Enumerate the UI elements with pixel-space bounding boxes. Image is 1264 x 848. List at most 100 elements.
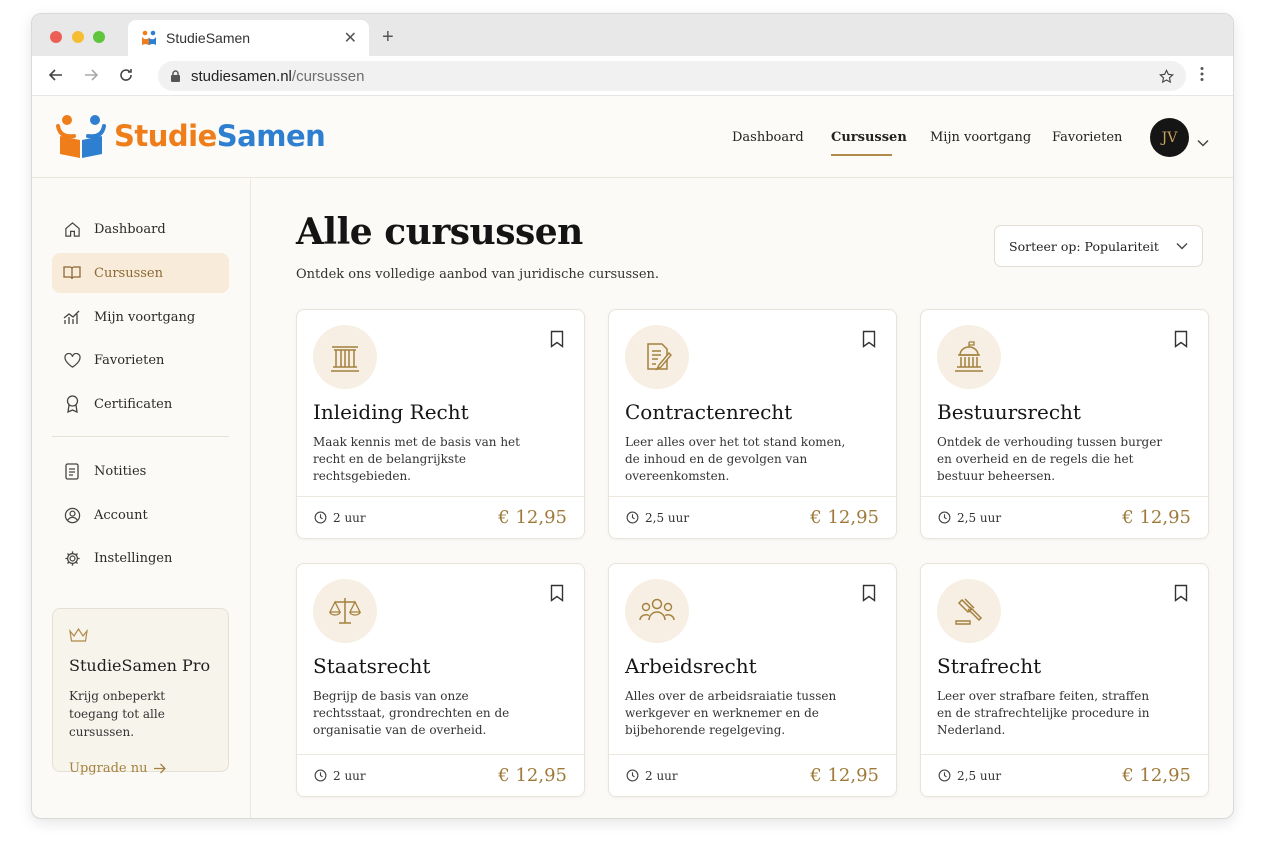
- sidebar-item-notities[interactable]: Notities: [52, 451, 229, 491]
- bookmark-icon[interactable]: [862, 330, 876, 348]
- course-card[interactable]: Strafrecht Leer over strafbare feiten, s…: [920, 563, 1209, 797]
- course-price: € 12,95: [810, 507, 879, 528]
- home-icon: [63, 220, 81, 238]
- course-footer: 2 uur € 12,95: [297, 754, 584, 796]
- pro-title: StudieSamen Pro: [69, 656, 211, 675]
- course-description: Ontdek de verhouding tussen burger en ov…: [937, 435, 1163, 483]
- nav-cursussen[interactable]: Cursussen: [831, 130, 907, 145]
- sidebar-item-label: Instellingen: [94, 550, 173, 566]
- bookmark-icon[interactable]: [550, 330, 564, 348]
- nav-favorieten[interactable]: Favorieten: [1052, 130, 1122, 145]
- window-minimize-button[interactable]: [72, 31, 84, 43]
- course-title: Strafrecht: [937, 654, 1042, 678]
- chevron-down-icon[interactable]: [1197, 132, 1209, 151]
- sidebar-item-label: Certificaten: [94, 396, 173, 412]
- upgrade-link-label: Upgrade nu: [69, 761, 148, 776]
- bookmark-icon[interactable]: [1174, 584, 1188, 602]
- lock-icon: [171, 69, 180, 82]
- nav-mijn-voortgang[interactable]: Mijn voortgang: [930, 130, 1031, 145]
- sort-dropdown[interactable]: Sorteer op: Populariteit: [994, 225, 1203, 267]
- browser-toolbar: studiesamen.nl/cursussen: [32, 56, 1233, 96]
- course-footer: 2 uur € 12,95: [609, 754, 896, 796]
- sidebar-item-label: Notities: [94, 463, 147, 479]
- forward-icon[interactable]: [81, 65, 101, 85]
- sidebar-item-favorieten[interactable]: Favorieten: [52, 340, 229, 380]
- duration-text: 2,5 uur: [645, 510, 690, 525]
- course-description: Leer over strafbare feiten, straffen en …: [937, 689, 1150, 737]
- scales-icon: [313, 579, 377, 643]
- course-card[interactable]: Staatsrecht Begrijp de basis van onze re…: [296, 563, 585, 797]
- browser-menu-icon[interactable]: [1200, 66, 1204, 86]
- course-duration: 2 uur: [626, 769, 678, 783]
- back-icon[interactable]: [46, 65, 66, 85]
- main-content: Alle cursussen Ontdek ons volledige aanb…: [251, 179, 1233, 818]
- site-header: StudieSamen Dashboard Cursussen Mijn voo…: [32, 96, 1233, 178]
- course-description: Maak kennis met de basis van het recht e…: [313, 435, 520, 483]
- clock-icon: [626, 769, 639, 782]
- government-building-icon: [937, 325, 1001, 389]
- course-price: € 12,95: [498, 507, 567, 528]
- course-duration: 2,5 uur: [626, 511, 689, 525]
- course-title: Staatsrecht: [313, 654, 431, 678]
- sidebar-item-label: Favorieten: [94, 352, 165, 368]
- pillar-icon: [313, 325, 377, 389]
- clock-icon: [314, 511, 327, 524]
- reload-icon[interactable]: [116, 65, 136, 85]
- tab-close-icon[interactable]: ✕: [344, 28, 357, 48]
- browser-tabbar: StudieSamen ✕ +: [32, 14, 1233, 56]
- duration-text: 2,5 uur: [957, 510, 1002, 525]
- course-footer: 2 uur € 12,95: [297, 496, 584, 538]
- pro-text: Krijg onbeperkt toegang tot alle cursuss…: [69, 689, 166, 739]
- course-title: Bestuursrecht: [937, 400, 1081, 424]
- duration-text: 2 uur: [333, 510, 366, 525]
- address-bar[interactable]: studiesamen.nl/cursussen: [158, 61, 1186, 91]
- bookmark-icon[interactable]: [550, 584, 564, 602]
- upgrade-link[interactable]: Upgrade nu: [69, 761, 212, 776]
- clock-icon: [938, 769, 951, 782]
- logo[interactable]: StudieSamen: [54, 112, 326, 160]
- course-card[interactable]: Inleiding Recht Maak kennis met de basis…: [296, 309, 585, 539]
- sidebar-item-label: Account: [94, 507, 148, 523]
- award-icon: [63, 395, 81, 413]
- sidebar-item-mijn-voortgang[interactable]: Mijn voortgang: [52, 297, 229, 337]
- duration-text: 2 uur: [645, 768, 678, 783]
- sidebar-item-label: Mijn voortgang: [94, 309, 196, 325]
- nav-dashboard[interactable]: Dashboard: [732, 130, 804, 145]
- course-card[interactable]: Bestuursrecht Ontdek de verhouding tusse…: [920, 309, 1209, 539]
- course-card[interactable]: Contractenrecht Leer alles over het tot …: [608, 309, 897, 539]
- duration-text: 2,5 uur: [957, 768, 1002, 783]
- logo-wordmark: StudieSamen: [114, 119, 326, 153]
- course-footer: 2,5 uur € 12,95: [921, 496, 1208, 538]
- sidebar-item-instellingen[interactable]: Instellingen: [52, 538, 229, 578]
- sidebar-item-label: Cursussen: [94, 265, 163, 281]
- course-price: € 12,95: [810, 765, 879, 786]
- sidebar-item-label: Dashboard: [94, 221, 166, 237]
- browser-window: StudieSamen ✕ + studiesamen.nl/cursussen: [31, 13, 1234, 819]
- bookmark-star-icon[interactable]: [1159, 68, 1174, 84]
- course-duration: 2,5 uur: [938, 511, 1001, 525]
- people-icon: [625, 579, 689, 643]
- course-description: Alles over de arbeidsraiatie tussen werk…: [625, 689, 837, 737]
- clock-icon: [938, 511, 951, 524]
- bookmark-icon[interactable]: [1174, 330, 1188, 348]
- sidebar-item-dashboard[interactable]: Dashboard: [52, 209, 229, 249]
- page-title: Alle cursussen: [296, 211, 583, 253]
- note-icon: [63, 462, 81, 480]
- new-tab-button[interactable]: +: [382, 26, 394, 49]
- course-description: Begrijp de basis van onze rechtsstaat, g…: [313, 689, 510, 737]
- course-title: Contractenrecht: [625, 400, 793, 424]
- course-title: Inleiding Recht: [313, 400, 469, 424]
- bookmark-icon[interactable]: [862, 584, 876, 602]
- sidebar-item-certificaten[interactable]: Certificaten: [52, 384, 229, 424]
- sidebar-item-account[interactable]: Account: [52, 495, 229, 535]
- sidebar-item-cursussen[interactable]: Cursussen: [52, 253, 229, 293]
- logo-icon: [56, 115, 106, 158]
- window-maximize-button[interactable]: [93, 31, 105, 43]
- window-close-button[interactable]: [50, 31, 62, 43]
- user-icon: [63, 506, 81, 524]
- browser-tab[interactable]: StudieSamen ✕: [128, 20, 369, 56]
- avatar[interactable]: JV: [1150, 118, 1189, 157]
- course-card[interactable]: Arbeidsrecht Alles over de arbeidsraiati…: [608, 563, 897, 797]
- course-footer: 2,5 uur € 12,95: [921, 754, 1208, 796]
- course-footer: 2,5 uur € 12,95: [609, 496, 896, 538]
